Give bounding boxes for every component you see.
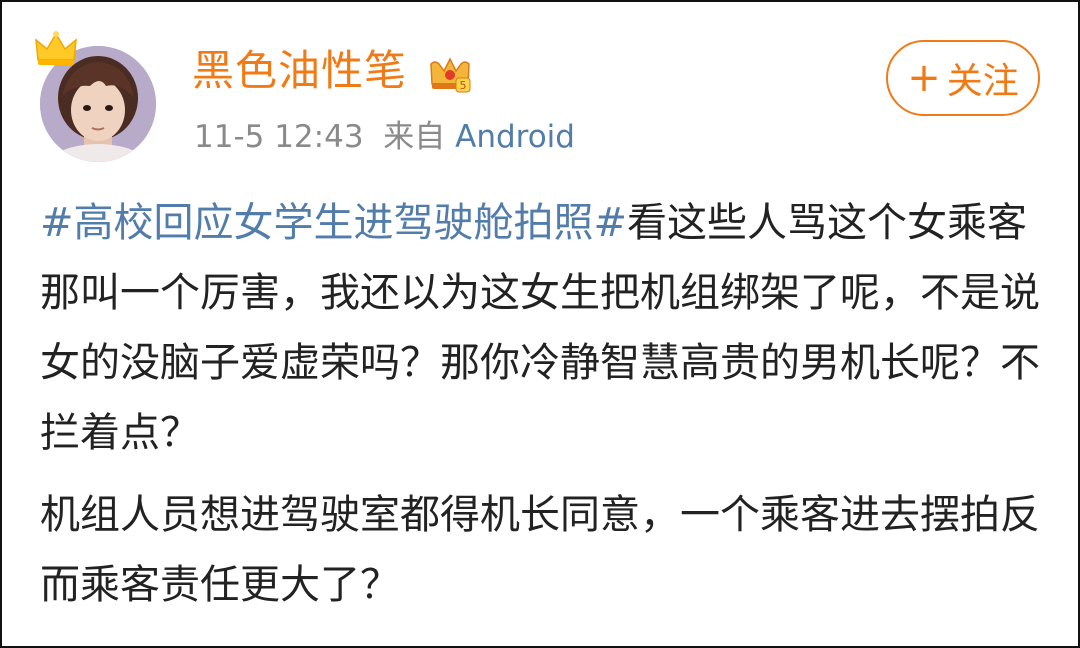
post-source[interactable]: Android [455,119,575,155]
post-content: #高校回应女学生进驾驶舱拍照#看这些人骂这个女乘客那叫一个厉害，我还以为这女生把… [40,188,1050,620]
post-paragraph-2: 机组人员想进驾驶室都得机长同意，一个乘客进去摆拍反而乘客责任更大了？ [40,492,1040,608]
avatar-container[interactable] [35,30,160,162]
follow-button[interactable]: + 关注 [886,40,1040,116]
crown-icon [32,30,80,70]
weibo-post-card: 黑色油性笔 5 11-5 12:43 来自 Android + 关注 #高校回应… [0,0,1080,648]
vip-crown-icon[interactable]: 5 [428,54,472,94]
post-time: 11-5 12:43 [194,119,364,155]
follow-label: 关注 [946,61,1019,102]
post-meta: 11-5 12:43 来自 Android [194,122,575,153]
from-label: 来自 [383,119,446,155]
plus-icon: + [907,55,941,101]
username[interactable]: 黑色油性笔 [192,50,407,92]
svg-text:5: 5 [460,79,467,92]
post-paragraph-1: #高校回应女学生进驾驶舱拍照#看这些人骂这个女乘客那叫一个厉害，我还以为这女生把… [40,188,1050,468]
hashtag-link[interactable]: #高校回应女学生进驾驶舱拍照# [40,200,627,246]
